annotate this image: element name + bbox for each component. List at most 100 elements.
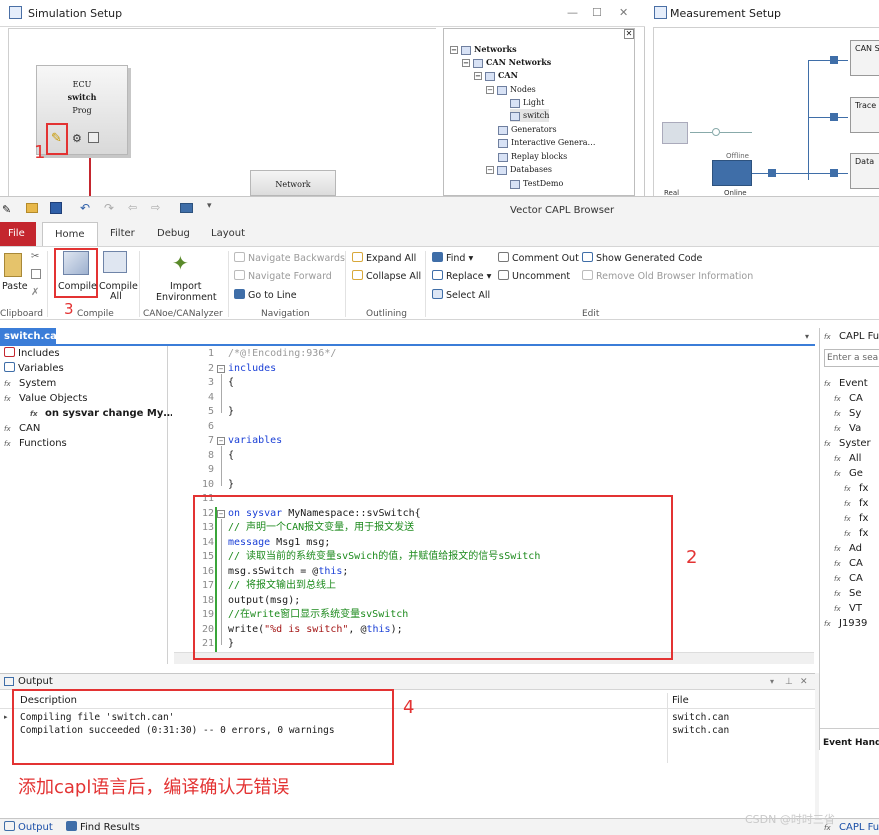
output-row-file[interactable]: switch.can (672, 711, 729, 724)
capl-function-item[interactable]: fx CA (834, 391, 863, 406)
capl-function-item[interactable]: fx VT (834, 601, 862, 616)
capl-function-item[interactable]: fx fx (844, 496, 868, 511)
outline-item-on-sysvar-change[interactable]: fx on sysvar change My… (30, 406, 173, 421)
format-painter-icon[interactable]: ✗ (31, 287, 39, 298)
tab-file[interactable]: File (0, 222, 36, 246)
select-all-button[interactable]: Select All (432, 289, 490, 301)
window-icon[interactable] (180, 203, 193, 213)
remove-old-browser-info-button[interactable]: Remove Old Browser Information (582, 270, 753, 282)
minimize-icon[interactable]: — (567, 6, 578, 19)
edit-icon[interactable]: ✎ (2, 203, 11, 216)
tab-filter[interactable]: Filter (98, 222, 147, 246)
splitter[interactable] (815, 673, 819, 818)
comment-out-button[interactable]: Comment Out (498, 252, 579, 264)
measurement-node-trace[interactable]: Trace (850, 97, 879, 133)
tab-layout[interactable]: Layout (199, 222, 257, 246)
capl-function-item[interactable]: fx Syster (824, 436, 871, 451)
navigate-forward-button[interactable]: Navigate Forward (234, 270, 332, 282)
import-environment-button-line2[interactable]: Environment (156, 292, 217, 303)
paste-icon[interactable] (4, 253, 22, 277)
save-icon[interactable] (50, 202, 62, 214)
compile-all-icon[interactable] (103, 251, 127, 273)
copy-icon[interactable] (31, 269, 41, 279)
tree-item-replay-blocks[interactable]: Replay blocks (498, 150, 567, 163)
pane-close-icon[interactable]: ✕ (800, 674, 808, 690)
capl-function-item[interactable]: fx Se (834, 586, 862, 601)
navigate-backwards-button[interactable]: Navigate Backwards (234, 252, 345, 264)
code-line[interactable]: { (228, 449, 234, 464)
code-line[interactable]: includes (228, 362, 276, 377)
network-box[interactable]: Network (250, 170, 336, 196)
code-line[interactable]: } (228, 478, 234, 493)
capl-function-item[interactable]: fx All (834, 451, 861, 466)
back-icon[interactable]: ⇦ (128, 201, 137, 214)
cut-icon[interactable]: ✂ (31, 251, 39, 262)
outline-item-includes[interactable]: Includes (4, 346, 60, 361)
tree-item-light[interactable]: Light (510, 96, 544, 109)
tree-item-can[interactable]: − CAN (474, 69, 518, 82)
open-folder-icon[interactable] (26, 203, 38, 213)
import-environment-icon[interactable]: ✦ (172, 251, 189, 275)
output-row-file[interactable]: switch.can (672, 724, 729, 737)
code-line[interactable]: variables (228, 434, 282, 449)
replace-button[interactable]: Replace ▾ (432, 270, 491, 282)
fold-toggle-icon[interactable]: − (217, 437, 225, 445)
outline-item-system[interactable]: fx System (4, 376, 56, 391)
customize-dropdown-icon[interactable]: ▾ (207, 201, 212, 211)
online-offline-switch[interactable] (712, 160, 752, 186)
capl-function-item[interactable]: fx Event (824, 376, 868, 391)
config-icon[interactable]: ⚙ (72, 132, 82, 145)
capl-function-item[interactable]: fx fx (844, 511, 868, 526)
uncomment-button[interactable]: Uncomment (498, 270, 570, 282)
capl-function-item[interactable]: fx Ad (834, 541, 862, 556)
close-icon[interactable]: ✕ (619, 6, 628, 19)
compile-button[interactable]: Compile (58, 281, 97, 292)
capl-function-item[interactable]: fx J1939 (824, 616, 867, 631)
import-environment-button[interactable]: Import (170, 281, 202, 292)
code-line[interactable]: /*@!Encoding:936*/ (228, 347, 336, 362)
capl-function-item[interactable]: fx Va (834, 421, 861, 436)
bottom-tab-find-results[interactable]: Find Results (66, 821, 140, 835)
redo-icon[interactable]: ↷ (104, 201, 114, 215)
tree-item-generators[interactable]: Generators (498, 123, 557, 136)
capl-function-item[interactable]: fx fx (844, 526, 868, 541)
compile-all-button-line2[interactable]: All (110, 291, 122, 302)
capl-function-item[interactable]: fx fx (844, 481, 868, 496)
maximize-icon[interactable]: ☐ (592, 6, 602, 19)
code-editor[interactable]: 1 2 3 4 5 6 7 8 9 10 11 12 13 14 15 16 17 18 19 20 21 /*@!En… (172, 346, 815, 664)
code-line[interactable]: } (228, 405, 234, 420)
measurement-canvas[interactable] (653, 27, 879, 196)
disk-icon[interactable] (88, 132, 99, 143)
undo-icon[interactable]: ↶ (80, 201, 90, 215)
tree-item-databases[interactable]: − Databases (486, 163, 552, 176)
tree-close-icon[interactable]: ✕ (624, 29, 634, 39)
pencil-edit-icon[interactable]: ✎ (51, 131, 62, 146)
collapse-all-button[interactable]: Collapse All (352, 270, 421, 282)
outline-item-functions[interactable]: fx Functions (4, 436, 67, 451)
file-column-header[interactable]: File (672, 693, 689, 709)
capl-function-item[interactable]: fx CA (834, 571, 863, 586)
go-to-line-button[interactable]: Go to Line (234, 289, 297, 301)
tree-item-interactive-generators[interactable]: Interactive Genera… (498, 136, 596, 149)
capl-function-item[interactable]: fx Sy (834, 406, 861, 421)
outline-item-can[interactable]: fx CAN (4, 421, 40, 436)
capl-function-item[interactable]: fx CA (834, 556, 863, 571)
tab-home[interactable]: Home (42, 222, 98, 246)
measurement-node-can-statistics[interactable]: CAN S (850, 40, 879, 76)
tree-item-testdemo[interactable]: TestDemo (510, 177, 563, 190)
find-button[interactable]: Find ▾ (432, 252, 473, 264)
outline-item-value-objects[interactable]: fx Value Objects (4, 391, 87, 406)
tree-item-switch[interactable]: switch (510, 109, 550, 122)
pane-dropdown-icon[interactable]: ▾ (770, 674, 774, 690)
tree-item-nodes[interactable]: − Nodes (486, 83, 536, 96)
pin-icon[interactable]: ⊥ (785, 674, 793, 690)
fold-toggle-icon[interactable]: − (217, 364, 225, 373)
bottom-tab-output[interactable]: Output (4, 821, 53, 835)
compile-icon[interactable] (63, 251, 89, 275)
show-generated-code-button[interactable]: Show Generated Code (582, 252, 702, 264)
forward-icon[interactable]: ⇨ (151, 201, 160, 214)
expand-all-button[interactable]: Expand All (352, 252, 416, 264)
code-line[interactable]: { (228, 376, 234, 391)
paste-button[interactable]: Paste (2, 281, 28, 292)
tree-item-can-networks[interactable]: − CAN Networks (462, 56, 551, 69)
